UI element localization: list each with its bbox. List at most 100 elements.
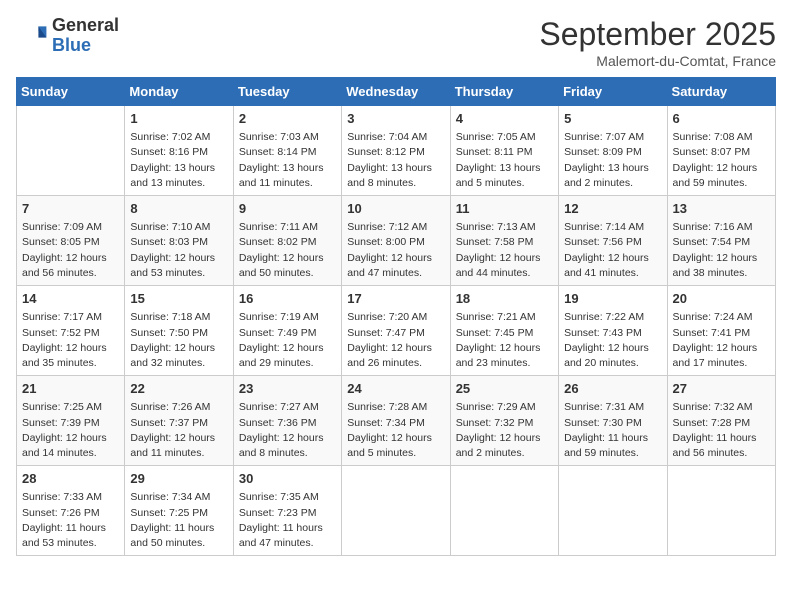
calendar-week-row: 14Sunrise: 7:17 AM Sunset: 7:52 PM Dayli… [17, 286, 776, 376]
calendar-cell: 22 Sunrise: 7:26 AM Sunset: 7:37 PM Dayli… [125, 376, 233, 466]
logo: General Blue [16, 16, 119, 56]
weekday-header: Thursday [450, 78, 558, 106]
day-number: 19 [564, 290, 661, 308]
day-number: 10 [347, 200, 444, 218]
page-header: General Blue September 2025 Malemort-du-… [16, 16, 776, 69]
calendar-cell [450, 466, 558, 556]
calendar-table: SundayMondayTuesdayWednesdayThursdayFrid… [16, 77, 776, 556]
weekday-header: Friday [559, 78, 667, 106]
day-number: 3 [347, 110, 444, 128]
title-block: September 2025 Malemort-du-Comtat, Franc… [539, 16, 776, 69]
day-number: 15 [130, 290, 227, 308]
calendar-cell: 11 Sunrise: 7:13 AM Sunset: 7:58 PM Dayli… [450, 196, 558, 286]
calendar-cell: 7 Sunrise: 7:09 AM Sunset: 8:05 PM Daylig… [17, 196, 125, 286]
calendar-cell: 10 Sunrise: 7:12 AM Sunset: 8:00 PM Dayli… [342, 196, 450, 286]
day-info: Sunrise: 7:27 AM Sunset: 7:36 PM Dayligh… [239, 400, 336, 461]
day-number: 28 [22, 470, 119, 488]
day-info: Sunrise: 7:11 AM Sunset: 8:02 PM Dayligh… [239, 220, 336, 281]
weekday-header: Wednesday [342, 78, 450, 106]
calendar-week-row: 21 Sunrise: 7:25 AM Sunset: 7:39 PM Dayli… [17, 376, 776, 466]
calendar-week-row: 28 Sunrise: 7:33 AM Sunset: 7:26 PM Dayli… [17, 466, 776, 556]
calendar-cell: 5 Sunrise: 7:07 AM Sunset: 8:09 PM Daylig… [559, 106, 667, 196]
day-number: 18 [456, 290, 553, 308]
day-number: 13 [673, 200, 770, 218]
calendar-cell: 27 Sunrise: 7:32 AM Sunset: 7:28 PM Dayli… [667, 376, 775, 466]
day-info: Sunrise: 7:17 AM Sunset: 7:52 PM Dayligh… [22, 310, 119, 371]
day-info: Sunrise: 7:07 AM Sunset: 8:09 PM Dayligh… [564, 130, 661, 191]
weekday-header-row: SundayMondayTuesdayWednesdayThursdayFrid… [17, 78, 776, 106]
calendar-cell [17, 106, 125, 196]
day-info: Sunrise: 7:21 AM Sunset: 7:45 PM Dayligh… [456, 310, 553, 371]
day-info: Sunrise: 7:16 AM Sunset: 7:54 PM Dayligh… [673, 220, 770, 281]
day-number: 22 [130, 380, 227, 398]
day-info: Sunrise: 7:28 AM Sunset: 7:34 PM Dayligh… [347, 400, 444, 461]
day-number: 21 [22, 380, 119, 398]
calendar-cell: 16 Sunrise: 7:19 AM Sunset: 7:49 PM Dayli… [233, 286, 341, 376]
calendar-cell: 30Sunrise: 7:35 AM Sunset: 7:23 PM Dayli… [233, 466, 341, 556]
day-info: Sunrise: 7:32 AM Sunset: 7:28 PM Dayligh… [673, 400, 770, 461]
calendar-cell: 12Sunrise: 7:14 AM Sunset: 7:56 PM Dayli… [559, 196, 667, 286]
day-info: Sunrise: 7:35 AM Sunset: 7:23 PM Dayligh… [239, 490, 336, 551]
day-number: 2 [239, 110, 336, 128]
day-number: 7 [22, 200, 119, 218]
day-info: Sunrise: 7:13 AM Sunset: 7:58 PM Dayligh… [456, 220, 553, 281]
day-number: 23 [239, 380, 336, 398]
weekday-header: Tuesday [233, 78, 341, 106]
logo-blue-text: Blue [52, 36, 119, 56]
calendar-cell: 9 Sunrise: 7:11 AM Sunset: 8:02 PM Daylig… [233, 196, 341, 286]
day-info: Sunrise: 7:18 AM Sunset: 7:50 PM Dayligh… [130, 310, 227, 371]
day-number: 12 [564, 200, 661, 218]
calendar-cell: 23 Sunrise: 7:27 AM Sunset: 7:36 PM Dayli… [233, 376, 341, 466]
day-info: Sunrise: 7:33 AM Sunset: 7:26 PM Dayligh… [22, 490, 119, 551]
day-number: 20 [673, 290, 770, 308]
day-info: Sunrise: 7:26 AM Sunset: 7:37 PM Dayligh… [130, 400, 227, 461]
calendar-cell: 28 Sunrise: 7:33 AM Sunset: 7:26 PM Dayli… [17, 466, 125, 556]
logo-icon [16, 20, 48, 52]
calendar-cell: 3 Sunrise: 7:04 AM Sunset: 8:12 PM Daylig… [342, 106, 450, 196]
calendar-cell: 29 Sunrise: 7:34 AM Sunset: 7:25 PM Dayli… [125, 466, 233, 556]
calendar-cell [559, 466, 667, 556]
day-number: 29 [130, 470, 227, 488]
day-number: 6 [673, 110, 770, 128]
day-number: 24 [347, 380, 444, 398]
day-number: 1 [130, 110, 227, 128]
day-number: 8 [130, 200, 227, 218]
calendar-cell: 15 Sunrise: 7:18 AM Sunset: 7:50 PM Dayli… [125, 286, 233, 376]
day-info: Sunrise: 7:24 AM Sunset: 7:41 PM Dayligh… [673, 310, 770, 371]
day-number: 17 [347, 290, 444, 308]
month-title: September 2025 [539, 16, 776, 53]
day-info: Sunrise: 7:34 AM Sunset: 7:25 PM Dayligh… [130, 490, 227, 551]
day-number: 16 [239, 290, 336, 308]
day-info: Sunrise: 7:29 AM Sunset: 7:32 PM Dayligh… [456, 400, 553, 461]
day-number: 11 [456, 200, 553, 218]
calendar-cell: 21 Sunrise: 7:25 AM Sunset: 7:39 PM Dayli… [17, 376, 125, 466]
calendar-cell: 17Sunrise: 7:20 AM Sunset: 7:47 PM Dayli… [342, 286, 450, 376]
day-info: Sunrise: 7:04 AM Sunset: 8:12 PM Dayligh… [347, 130, 444, 191]
calendar-cell [667, 466, 775, 556]
day-info: Sunrise: 7:09 AM Sunset: 8:05 PM Dayligh… [22, 220, 119, 281]
day-info: Sunrise: 7:25 AM Sunset: 7:39 PM Dayligh… [22, 400, 119, 461]
day-number: 26 [564, 380, 661, 398]
day-info: Sunrise: 7:22 AM Sunset: 7:43 PM Dayligh… [564, 310, 661, 371]
weekday-header: Sunday [17, 78, 125, 106]
calendar-cell: 18 Sunrise: 7:21 AM Sunset: 7:45 PM Dayli… [450, 286, 558, 376]
day-info: Sunrise: 7:10 AM Sunset: 8:03 PM Dayligh… [130, 220, 227, 281]
calendar-cell: 25Sunrise: 7:29 AM Sunset: 7:32 PM Dayli… [450, 376, 558, 466]
calendar-cell: 24 Sunrise: 7:28 AM Sunset: 7:34 PM Dayli… [342, 376, 450, 466]
calendar-week-row: 1Sunrise: 7:02 AM Sunset: 8:16 PM Daylig… [17, 106, 776, 196]
weekday-header: Monday [125, 78, 233, 106]
day-info: Sunrise: 7:05 AM Sunset: 8:11 PM Dayligh… [456, 130, 553, 191]
calendar-cell [342, 466, 450, 556]
day-number: 5 [564, 110, 661, 128]
calendar-cell: 20 Sunrise: 7:24 AM Sunset: 7:41 PM Dayli… [667, 286, 775, 376]
day-info: Sunrise: 7:12 AM Sunset: 8:00 PM Dayligh… [347, 220, 444, 281]
calendar-cell: 8 Sunrise: 7:10 AM Sunset: 8:03 PM Daylig… [125, 196, 233, 286]
location-text: Malemort-du-Comtat, France [539, 53, 776, 69]
calendar-cell: 13 Sunrise: 7:16 AM Sunset: 7:54 PM Dayli… [667, 196, 775, 286]
calendar-cell: 14Sunrise: 7:17 AM Sunset: 7:52 PM Dayli… [17, 286, 125, 376]
day-number: 27 [673, 380, 770, 398]
calendar-cell: 19 Sunrise: 7:22 AM Sunset: 7:43 PM Dayli… [559, 286, 667, 376]
weekday-header: Saturday [667, 78, 775, 106]
day-number: 9 [239, 200, 336, 218]
day-info: Sunrise: 7:19 AM Sunset: 7:49 PM Dayligh… [239, 310, 336, 371]
